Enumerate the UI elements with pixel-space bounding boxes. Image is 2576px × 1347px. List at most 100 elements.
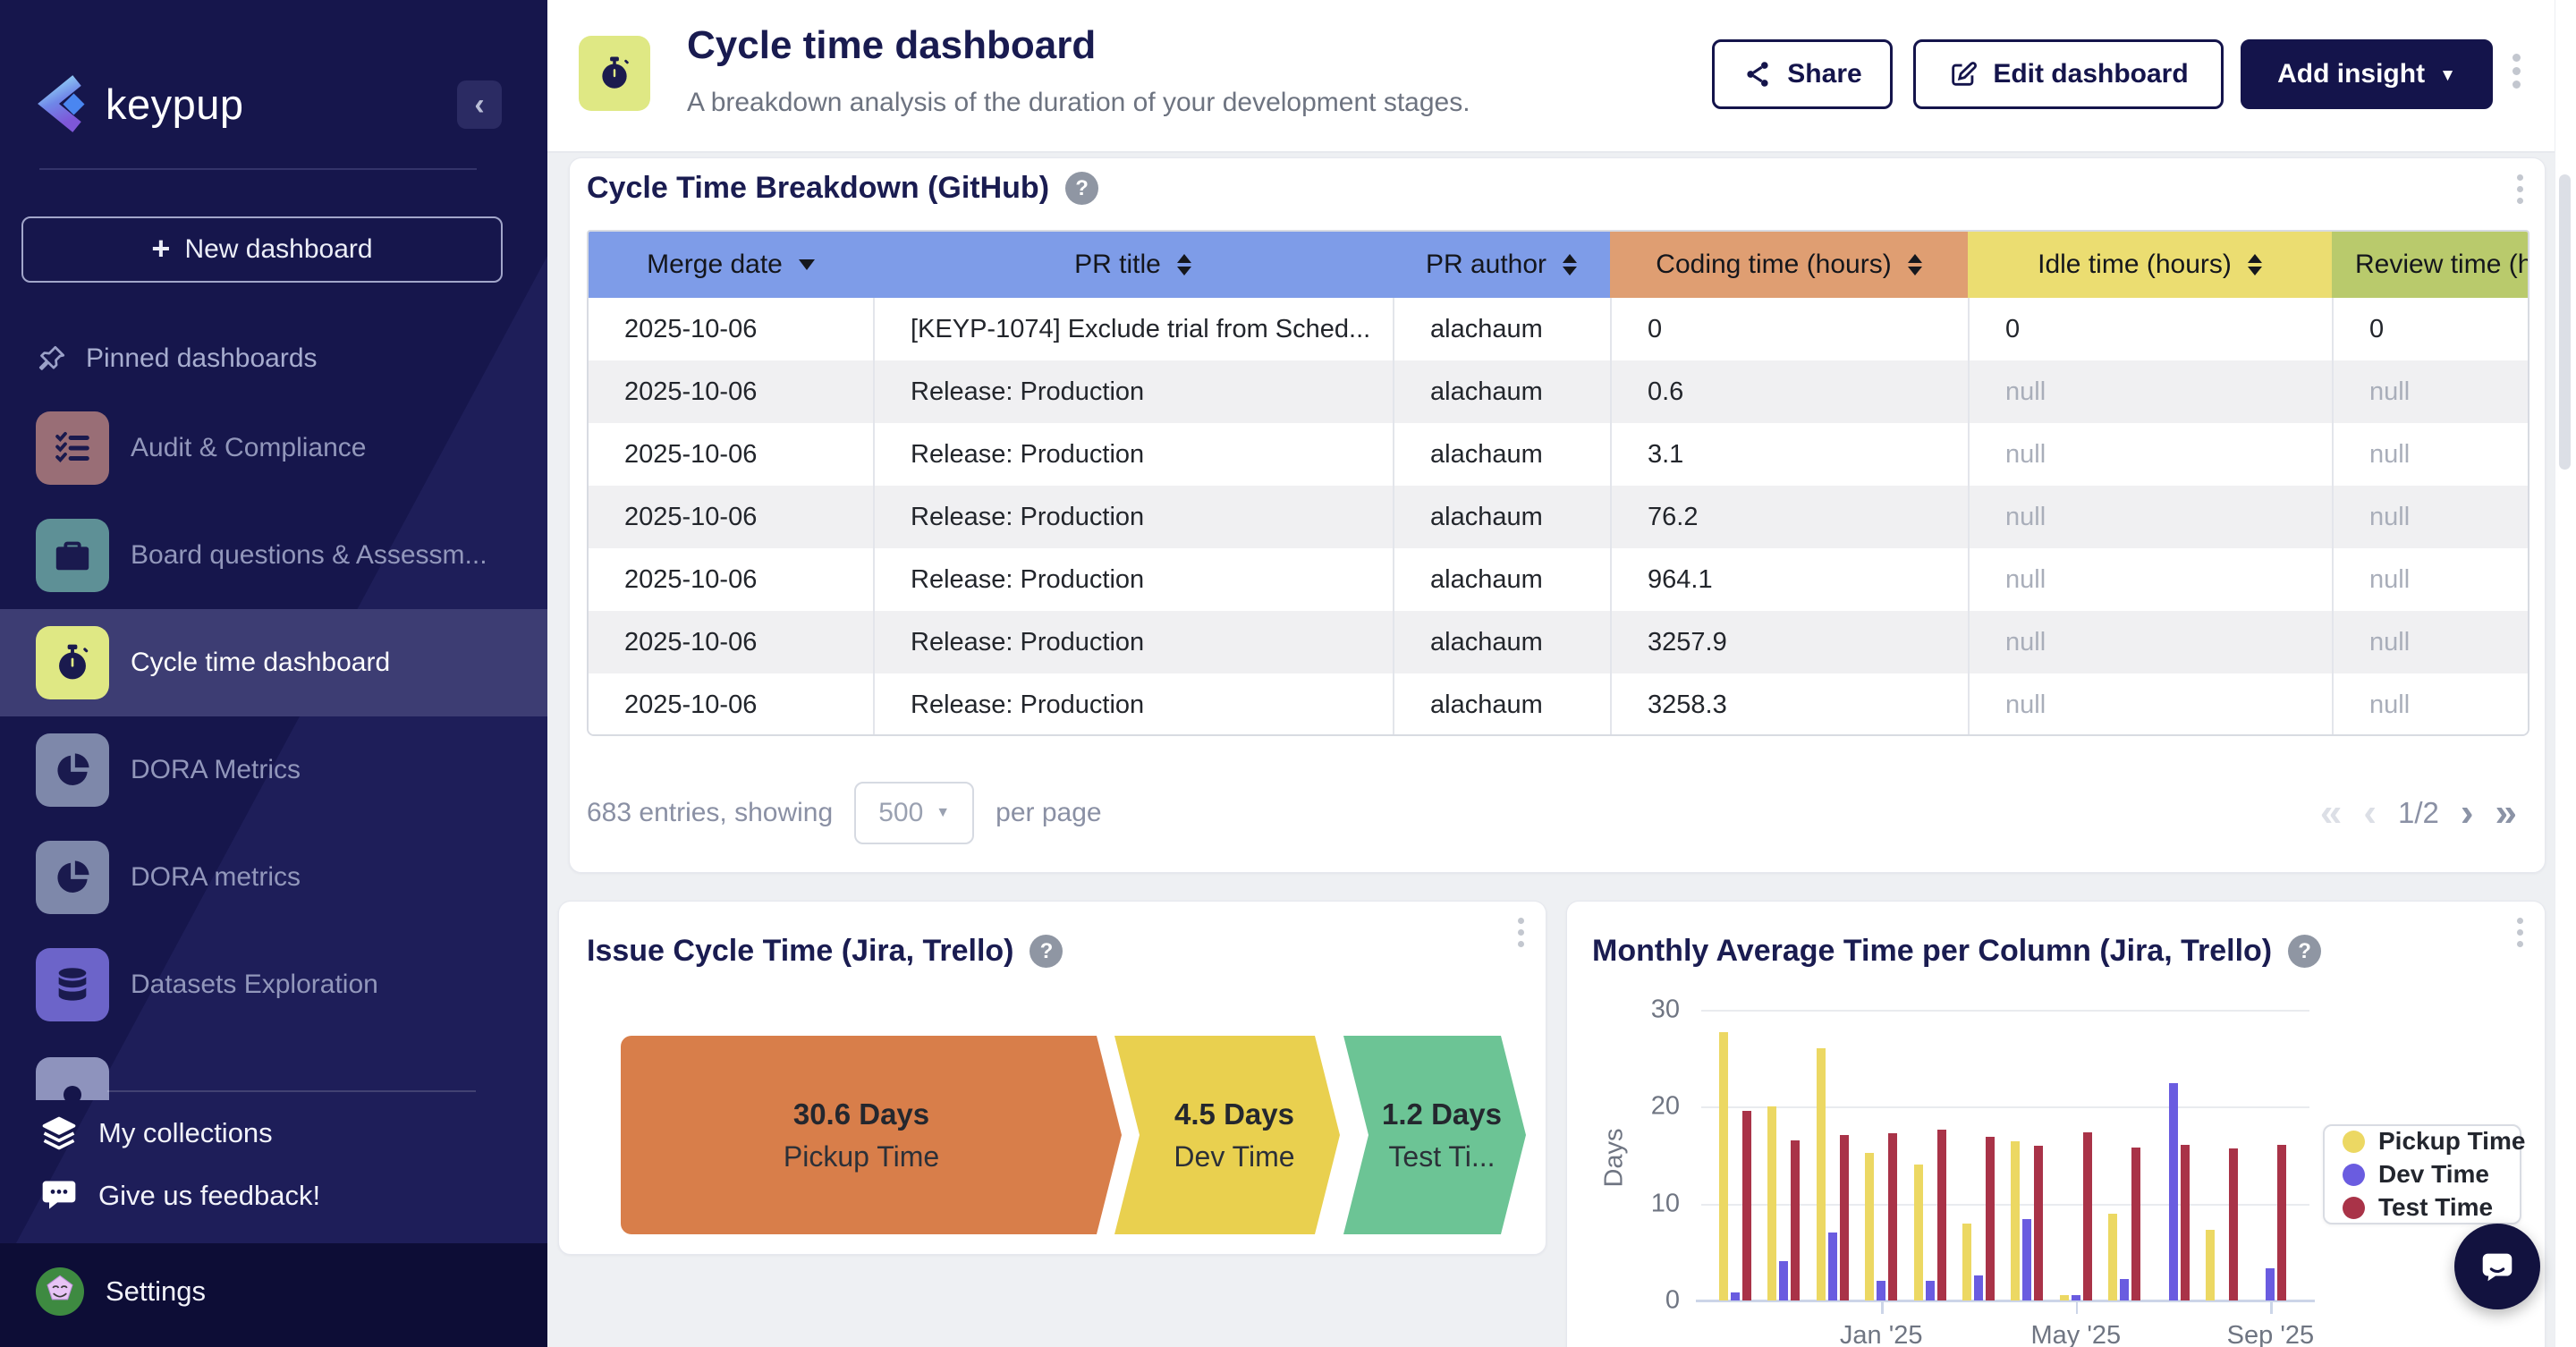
sidebar-item-label: DORA metrics [131,862,301,893]
sidebar-item-cycle-time-dashboard[interactable]: Cycle time dashboard [0,609,547,716]
table-row: 2025-10-06[KEYP-1074] Exclude trial from… [589,298,2528,360]
sidebar-nav: Audit & Compliance Board questions & Asse… [0,394,547,1038]
bar-dev-time [1877,1281,1885,1300]
sort-icon [2248,254,2262,275]
sidebar-item-label: Audit & Compliance [131,433,366,463]
column-header-review-time[interactable]: Review time (hours) [2332,232,2529,298]
x-tick-mark [1881,1301,1884,1314]
sort-icon [1177,254,1191,275]
bar-test-time [2229,1148,2238,1300]
funnel-segment-dev: 4.5 Days Dev Time [1114,1036,1340,1234]
table-card-title: Cycle Time Breakdown (GitHub) [587,171,1049,206]
table-cell: Release: Production [873,611,1393,674]
sidebar-collapse-button[interactable]: ‹ [457,80,502,129]
sidebar-item-board-questions-assessm[interactable]: Board questions & Assessm... [0,502,547,609]
funnel-segment-test: 1.2 Days Test Ti... [1343,1036,1526,1234]
table-cell: 3.1 [1610,423,1968,486]
column-header-pr-author[interactable]: PR author [1393,232,1610,298]
table-cell: 964.1 [1610,548,1968,611]
x-tick-label: Sep '25 [2227,1321,2314,1347]
bar-pickup-time [2108,1214,2117,1301]
pagination-controls: « ‹ 1/2 › » [2320,793,2529,833]
page-subtitle: A breakdown analysis of the duration of … [687,88,1470,118]
table-row: 2025-10-06Release: Productionalachaum3.1… [589,423,2528,486]
edit-icon [1948,59,1979,89]
new-dashboard-button[interactable]: + New dashboard [21,216,503,283]
funnel-card-menu[interactable] [1518,918,1524,947]
table-cell: null [1968,486,2332,548]
table-cell: 2025-10-06 [589,360,873,423]
partial-icon [64,1086,81,1100]
settings-item[interactable]: Settings [36,1264,206,1319]
y-tick-30: 30 [1617,995,1680,1025]
bar-pickup-time [1719,1032,1728,1300]
help-icon[interactable]: ? [1065,172,1098,205]
avatar [36,1267,84,1316]
bar-plot-area: Jan '25May '25Sep '25 [1701,1010,2309,1300]
table-header-row: Merge date PR title PR author Coding tim… [589,232,2528,298]
chat-widget-button[interactable] [2454,1224,2540,1309]
my-collections-label: My collections [98,1117,273,1149]
pie-chart-icon [36,841,109,914]
y-tick-0: 0 [1617,1286,1680,1316]
table-cell: null [2332,423,2529,486]
legend-dot-pickup [2343,1131,2365,1153]
edit-dashboard-button[interactable]: Edit dashboard [1913,39,2224,109]
my-collections-item[interactable]: My collections [39,1107,273,1159]
page-size-select[interactable]: 500 ▼ [854,782,974,844]
next-page-button[interactable]: › [2461,793,2474,833]
table-cell: Release: Production [873,423,1393,486]
data-table: Merge date PR title PR author Coding tim… [587,230,2529,736]
share-label: Share [1787,59,1861,89]
table-cell: 0 [1968,298,2332,360]
sidebar: keypup ‹ + New dashboard Pinned dashboar… [0,0,547,1347]
last-page-button[interactable]: » [2496,793,2517,833]
add-insight-button[interactable]: Add insight ▼ [2241,39,2493,109]
column-header-pr-title[interactable]: PR title [873,232,1393,298]
feedback-item[interactable]: Give us feedback! [39,1170,320,1222]
stopwatch-icon [36,626,109,699]
sidebar-item-audit-compliance[interactable]: Audit & Compliance [0,394,547,502]
sidebar-item-label: Cycle time dashboard [131,648,390,678]
x-tick-label: May '25 [2030,1321,2121,1347]
help-icon[interactable]: ? [1030,935,1063,968]
table-cell: alachaum [1393,298,1610,360]
bar-dev-time [1731,1292,1740,1300]
share-button[interactable]: Share [1712,39,1893,109]
first-page-button[interactable]: « [2320,793,2342,833]
legend-item-test: Test Time [2343,1193,2520,1222]
gridline-20 [1701,1106,2309,1108]
bar-pickup-time [1767,1106,1776,1300]
sidebar-item-dora-metrics[interactable]: DORA metrics [0,824,547,931]
edit-dashboard-label: Edit dashboard [1993,59,2188,89]
bar-pickup-time [1914,1165,1923,1300]
chevron-down-icon: ▼ [936,805,950,821]
column-header-merge-date[interactable]: Merge date [589,232,873,298]
column-header-idle-time[interactable]: Idle time (hours) [1968,232,2332,298]
sidebar-item-datasets-exploration[interactable]: Datasets Exploration [0,931,547,1038]
table-cell: alachaum [1393,611,1610,674]
sidebar-item-partial[interactable] [36,1057,109,1100]
keypup-logo[interactable]: keypup [36,72,244,136]
help-icon[interactable]: ? [2288,935,2321,968]
legend-item-dev: Dev Time [2343,1160,2520,1189]
sidebar-item-dora-metrics[interactable]: DORA Metrics [0,716,547,824]
prev-page-button[interactable]: ‹ [2363,793,2377,833]
y-tick-20: 20 [1617,1092,1680,1122]
table-cell: alachaum [1393,548,1610,611]
table-cell: null [1968,548,2332,611]
table-cell: null [2332,360,2529,423]
dashboard-icon-tile [579,36,650,111]
header-more-menu[interactable] [2512,54,2521,89]
scrollbar-thumb[interactable] [2559,174,2571,470]
pinned-dashboards-header[interactable]: Pinned dashboards [36,338,318,379]
cycle-time-breakdown-card: Cycle Time Breakdown (GitHub) ? Merge da… [569,157,2546,873]
table-row: 2025-10-06Release: Productionalachaum325… [589,611,2528,674]
bar-dev-time [1779,1261,1788,1300]
table-card-menu[interactable] [2517,174,2523,204]
chart-card-menu[interactable] [2517,918,2523,947]
table-cell: 2025-10-06 [589,611,873,674]
chart-card-title: Monthly Average Time per Column (Jira, T… [1592,934,2272,969]
column-header-coding-time[interactable]: Coding time (hours) [1610,232,1968,298]
monthly-average-card: Monthly Average Time per Column (Jira, T… [1566,901,2546,1347]
